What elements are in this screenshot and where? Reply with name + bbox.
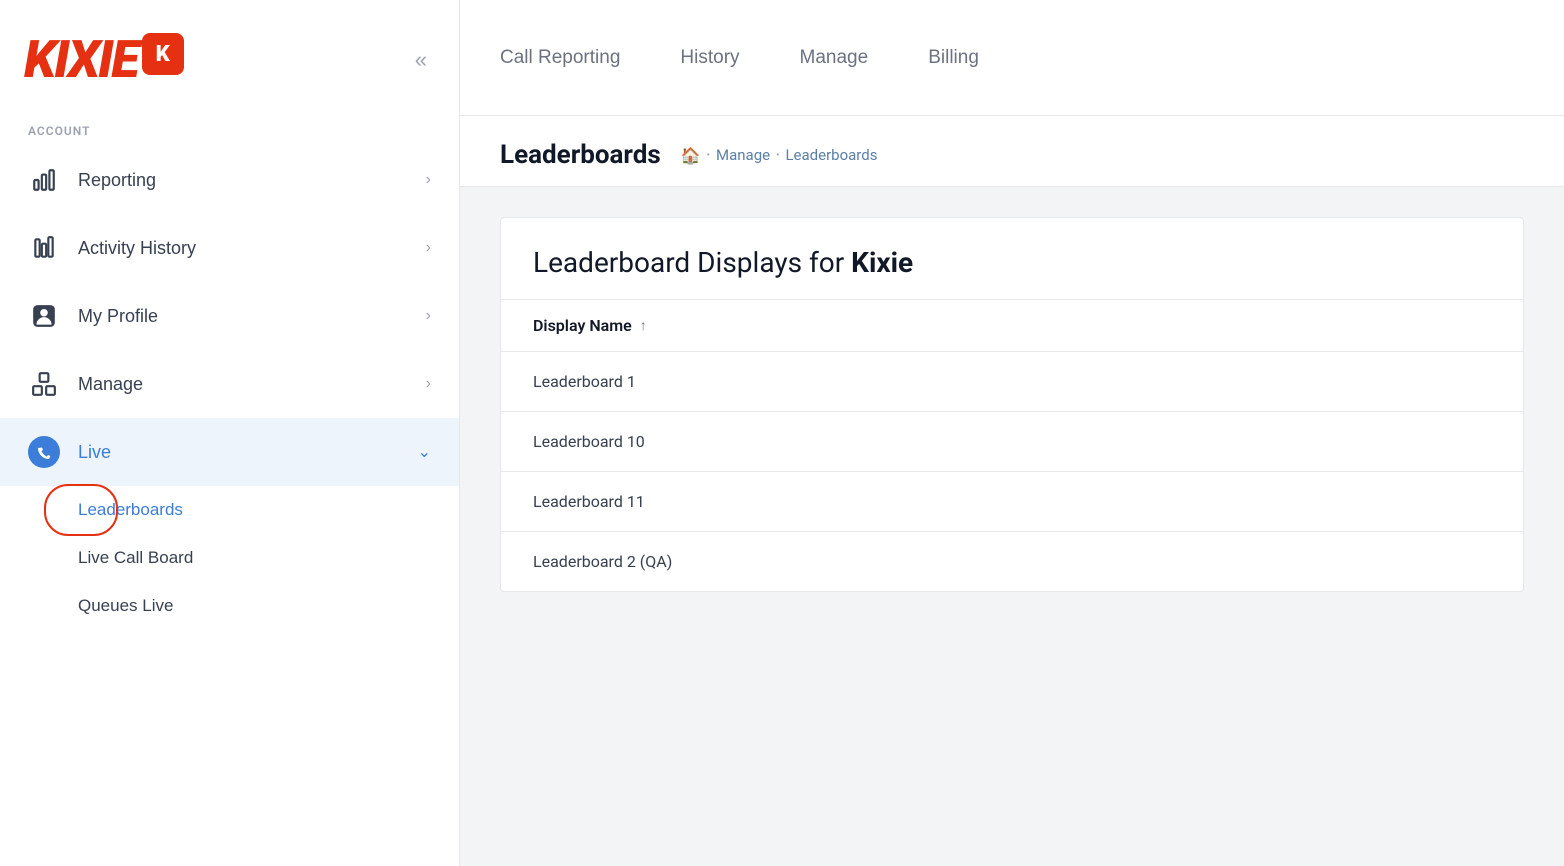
top-nav-call-reporting[interactable]: Call Reporting [500, 39, 620, 77]
breadcrumb-leaderboards[interactable]: Leaderboards [785, 146, 877, 164]
row-name: Leaderboard 2 (QA) [533, 552, 672, 571]
logo-badge: K [142, 33, 184, 75]
home-icon: 🏠 [681, 146, 701, 165]
sidebar-subitem-leaderboards[interactable]: Leaderboards [0, 486, 459, 534]
display-name-column-header[interactable]: Display Name ↑ [533, 316, 647, 335]
table-row[interactable]: Leaderboard 10 [501, 412, 1523, 472]
top-nav: Call Reporting History Manage Billing [460, 0, 1564, 116]
row-name: Leaderboard 10 [533, 432, 645, 451]
logo-area: KIXIE K « [0, 0, 459, 120]
row-name: Leaderboard 1 [533, 372, 636, 391]
top-nav-history[interactable]: History [680, 39, 739, 77]
sidebar: KIXIE K « ACCOUNT Reporting › Activi [0, 0, 460, 866]
page-header: Leaderboards 🏠 • Manage • Leaderboards [460, 116, 1564, 187]
main-content: Call Reporting History Manage Billing Le… [460, 0, 1564, 866]
chevron-right-icon: › [426, 239, 431, 257]
page-content: Leaderboards 🏠 • Manage • Leaderboards L… [460, 116, 1564, 866]
breadcrumb-dot-2: • [776, 150, 779, 161]
leaderboard-org-name: Kixie [851, 246, 913, 279]
chevron-down-icon: ⌄ [418, 442, 431, 462]
manage-icon [28, 368, 60, 400]
top-nav-manage[interactable]: Manage [800, 39, 869, 77]
leaderboard-card: Leaderboard Displays for Kixie Display N… [500, 217, 1524, 592]
chevron-right-icon: › [426, 171, 431, 189]
table-row[interactable]: Leaderboard 11 [501, 472, 1523, 532]
sidebar-item-manage[interactable]: Manage › [0, 350, 459, 418]
queues-live-label: Queues Live [78, 596, 173, 616]
display-name-label: Display Name [533, 316, 632, 335]
sidebar-item-activity-history[interactable]: Activity History › [0, 214, 459, 282]
sidebar-profile-label: My Profile [78, 306, 158, 327]
collapse-button[interactable]: « [407, 39, 435, 81]
leaderboards-label: Leaderboards [78, 500, 183, 520]
person-icon [28, 300, 60, 332]
bar-chart-icon [28, 164, 60, 196]
sidebar-subitem-live-call-board[interactable]: Live Call Board [0, 534, 459, 582]
sidebar-item-live[interactable]: Live ⌄ [0, 418, 459, 486]
chevron-right-icon: › [426, 307, 431, 325]
page-title: Leaderboards [500, 140, 661, 170]
leaderboard-card-title: Leaderboard Displays for Kixie [501, 218, 1523, 300]
chevron-right-icon: › [426, 375, 431, 393]
sidebar-live-label: Live [78, 442, 111, 463]
breadcrumb-manage[interactable]: Manage [716, 146, 770, 164]
table-row[interactable]: Leaderboard 2 (QA) [501, 532, 1523, 591]
activity-icon [28, 232, 60, 264]
row-name: Leaderboard 11 [533, 492, 645, 511]
account-section-label: ACCOUNT [0, 124, 459, 138]
sidebar-item-reporting[interactable]: Reporting › [0, 146, 459, 214]
sidebar-reporting-label: Reporting [78, 170, 156, 191]
logo: KIXIE K [24, 34, 184, 86]
table-row[interactable]: Leaderboard 1 [501, 352, 1523, 412]
sidebar-subitem-queues-live[interactable]: Queues Live [0, 582, 459, 630]
content-body: Leaderboard Displays for Kixie Display N… [460, 187, 1564, 866]
top-nav-billing[interactable]: Billing [928, 39, 979, 77]
sort-ascending-icon: ↑ [640, 317, 647, 334]
sidebar-manage-label: Manage [78, 374, 143, 395]
live-call-board-label: Live Call Board [78, 548, 193, 568]
leaderboard-title-prefix: Leaderboard Displays for [533, 246, 851, 279]
sidebar-item-my-profile[interactable]: My Profile › [0, 282, 459, 350]
table-header: Display Name ↑ [501, 300, 1523, 352]
sidebar-activity-label: Activity History [78, 238, 196, 259]
phone-circle-icon [28, 436, 60, 468]
logo-text: KIXIE [24, 34, 138, 86]
breadcrumb-dot: • [707, 150, 710, 161]
breadcrumb: 🏠 • Manage • Leaderboards [681, 146, 878, 165]
